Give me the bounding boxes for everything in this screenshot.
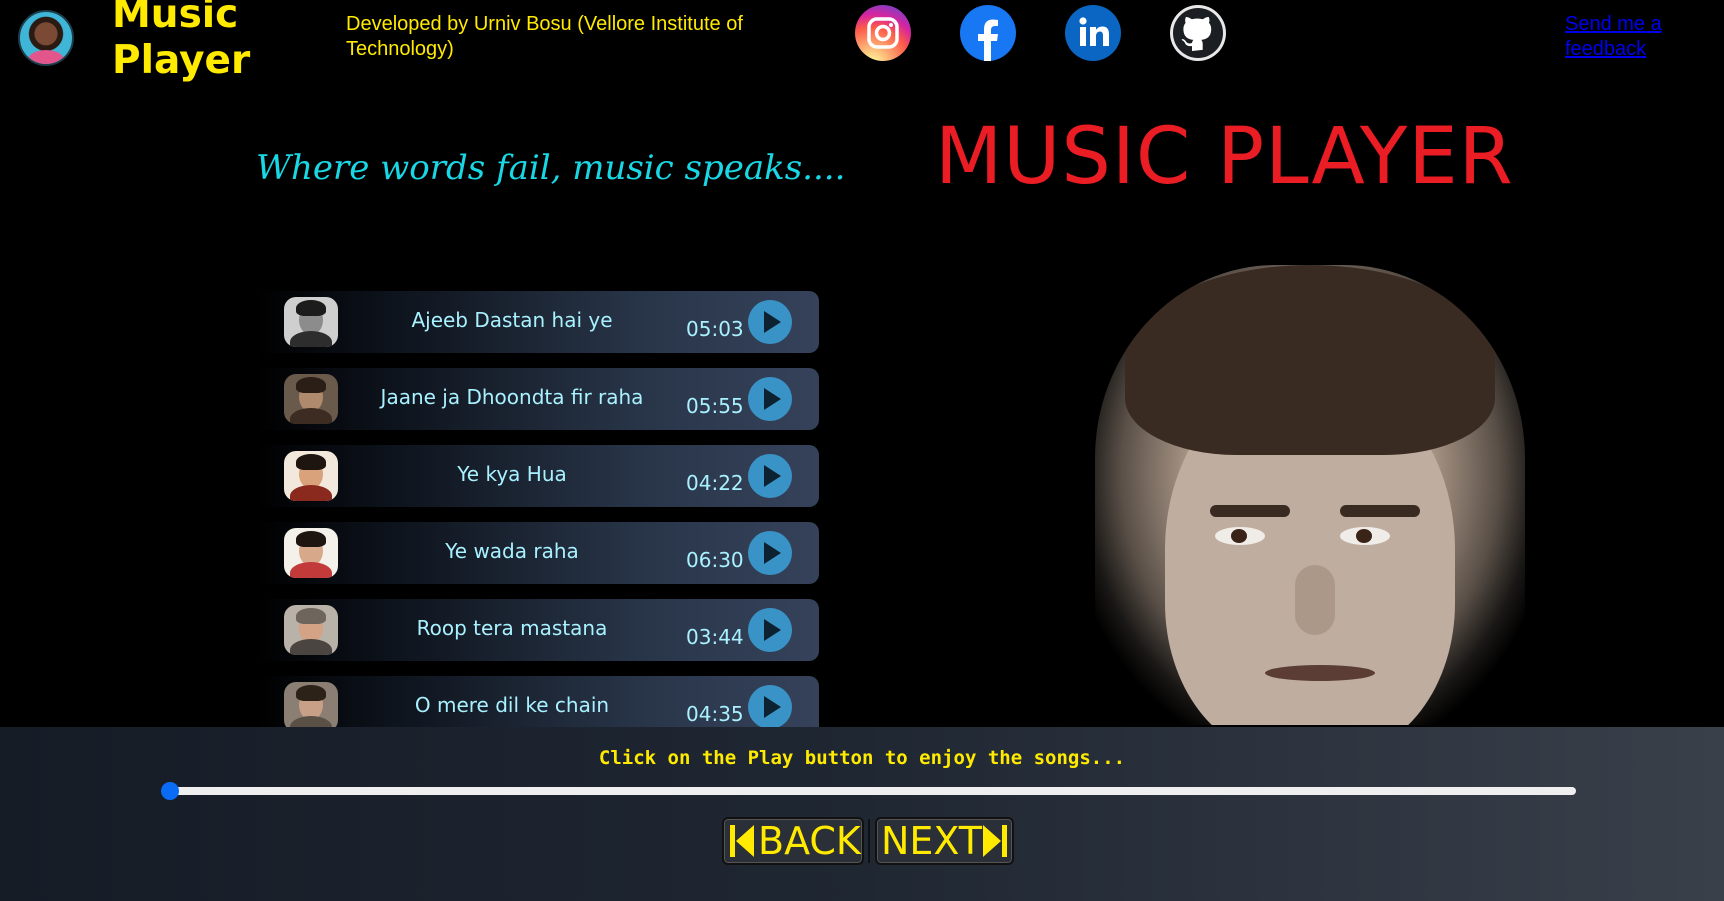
button-divider (868, 819, 870, 863)
song-item[interactable]: Ye wada raha 06:30 (256, 522, 819, 584)
song-duration: 06:30 (686, 548, 744, 572)
player-status: Click on the Play button to enjoy the so… (598, 747, 1126, 769)
song-duration: 04:22 (686, 471, 744, 495)
song-title: Roop tera mastana (416, 616, 608, 640)
song-duration: 05:03 (686, 317, 744, 341)
player-bar: Click on the Play button to enjoy the so… (0, 727, 1724, 901)
song-title: Jaane ja Dhoondta fir raha (380, 385, 644, 409)
song-thumbnail (284, 297, 338, 347)
song-item[interactable]: Jaane ja Dhoondta fir raha 05:55 (256, 368, 819, 430)
song-thumbnail (284, 528, 338, 578)
song-duration: 05:55 (686, 394, 744, 418)
play-icon[interactable] (748, 454, 792, 498)
developer-portrait (1095, 265, 1525, 725)
back-button[interactable]: BACK (722, 817, 864, 865)
song-thumbnail (284, 374, 338, 424)
skip-back-icon (730, 825, 754, 857)
song-title: Ajeeb Dastan hai ye (411, 308, 613, 332)
github-icon[interactable] (1170, 5, 1226, 61)
progress-slider-knob[interactable] (161, 782, 179, 800)
song-item[interactable]: Ajeeb Dastan hai ye 05:03 (256, 291, 819, 353)
play-icon[interactable] (748, 377, 792, 421)
song-list: Ajeeb Dastan hai ye 05:03 Jaane ja Dhoon… (256, 291, 819, 727)
play-icon[interactable] (748, 300, 792, 344)
play-icon[interactable] (748, 531, 792, 575)
developer-avatar (18, 10, 74, 66)
developer-credit: Developed by Urniv Bosu (Vellore Institu… (346, 13, 743, 60)
tagline: Where words fail, music speaks.... (256, 148, 846, 188)
back-label: BACK (758, 819, 861, 863)
song-title: Ye kya Hua (457, 462, 567, 486)
skip-forward-icon (983, 825, 1007, 857)
song-item[interactable]: Roop tera mastana 03:44 (256, 599, 819, 661)
song-item[interactable]: Ye kya Hua 04:22 (256, 445, 819, 507)
facebook-icon[interactable] (960, 5, 1016, 61)
next-label: NEXT (881, 819, 983, 863)
song-thumbnail (284, 605, 338, 655)
song-item[interactable]: O mere dil ke chain 04:35 (256, 676, 819, 727)
song-thumbnail (284, 451, 338, 501)
play-icon[interactable] (748, 685, 792, 727)
brand-title: Music Player (112, 0, 251, 83)
page-title: MUSIC PLAYER (935, 112, 1514, 202)
song-duration: 03:44 (686, 625, 744, 649)
feedback-link[interactable]: Send me a feedback (1565, 12, 1675, 62)
play-icon[interactable] (748, 608, 792, 652)
instagram-icon[interactable] (855, 5, 911, 61)
song-duration: 04:35 (686, 702, 744, 726)
song-thumbnail (284, 682, 338, 727)
linkedin-icon[interactable] (1065, 5, 1121, 61)
song-title: O mere dil ke chain (414, 693, 610, 717)
song-title: Ye wada raha (445, 539, 579, 563)
progress-track[interactable] (168, 787, 1576, 795)
next-button[interactable]: NEXT (875, 817, 1014, 865)
